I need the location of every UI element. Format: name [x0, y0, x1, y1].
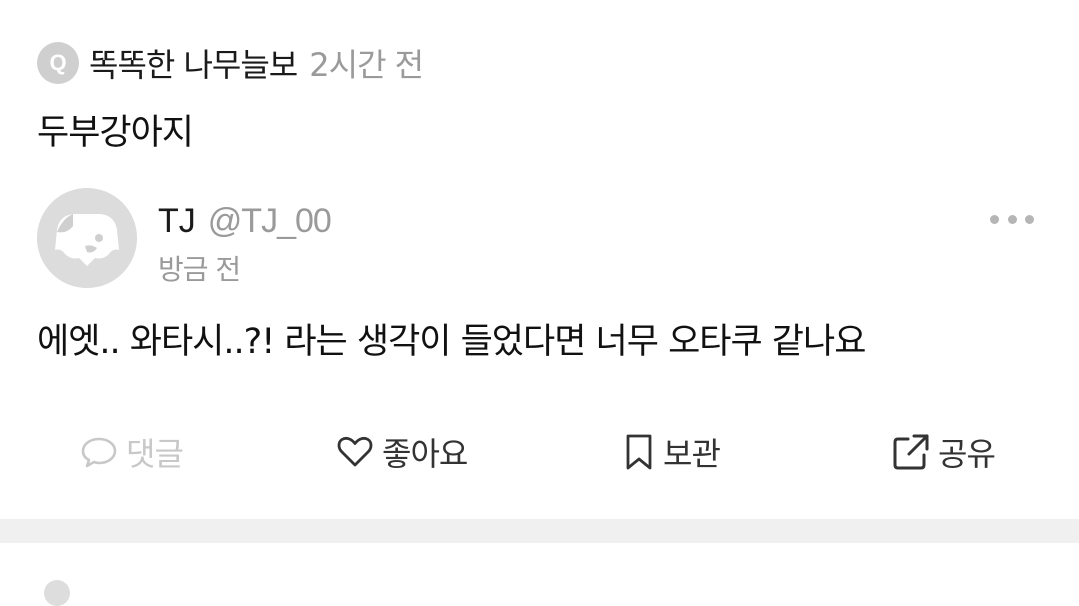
comment-label: 댓글	[126, 435, 184, 473]
dog-face-icon	[37, 188, 137, 288]
comment-button[interactable]: 댓글	[80, 428, 184, 476]
save-label: 보관	[663, 435, 721, 473]
post-body: 에엣.. 와타시..?! 라는 생각이 들었다면 너무 오타쿠 같나요	[37, 322, 866, 362]
share-icon	[892, 433, 930, 471]
share-label: 공유	[938, 435, 996, 473]
bookmark-icon	[623, 433, 655, 471]
next-item-badge-icon	[44, 580, 70, 606]
share-button[interactable]: 공유	[892, 428, 996, 476]
question-title[interactable]: 두부강아지	[37, 104, 194, 155]
speech-bubble-icon	[80, 435, 118, 469]
action-bar: 댓글 좋아요 보관 공유	[0, 428, 1079, 476]
avatar[interactable]	[37, 188, 137, 288]
author-line: TJ @TJ_00	[158, 202, 332, 241]
asker-name[interactable]: 똑똑한 나무늘보	[89, 40, 298, 86]
post-timestamp: 방금 전	[158, 253, 241, 286]
section-divider	[0, 519, 1079, 543]
question-header: Q 똑똑한 나무늘보 2시간 전	[37, 40, 424, 86]
question-timestamp: 2시간 전	[309, 46, 424, 84]
like-label: 좋아요	[382, 435, 468, 473]
author-name[interactable]: TJ	[158, 202, 196, 241]
heart-icon	[336, 435, 374, 469]
question-badge-icon: Q	[37, 42, 79, 84]
like-button[interactable]: 좋아요	[336, 428, 468, 476]
save-button[interactable]: 보관	[623, 428, 721, 476]
more-dot-icon	[1025, 214, 1034, 224]
author-handle[interactable]: @TJ_00	[208, 202, 332, 241]
more-dot-icon	[990, 214, 999, 224]
more-dot-icon	[1007, 214, 1017, 224]
more-options-button[interactable]	[990, 204, 1034, 234]
